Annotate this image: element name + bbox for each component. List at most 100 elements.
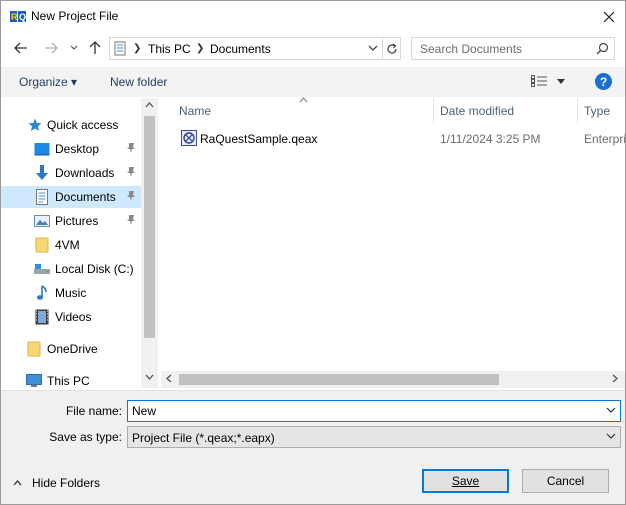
column-divider[interactable]: [433, 98, 434, 124]
chevron-up-icon: [13, 480, 22, 486]
document-icon: [34, 189, 50, 205]
file-name-label: File name:: [65, 404, 122, 418]
help-button[interactable]: ?: [595, 73, 612, 90]
up-button[interactable]: [86, 39, 104, 57]
nav-item-quick-access[interactable]: Quick access: [1, 114, 141, 136]
scrollbar-thumb[interactable]: [144, 116, 155, 338]
scroll-up-arrow-icon[interactable]: [145, 102, 154, 108]
location-icon: [114, 41, 126, 56]
nav-item-label: Desktop: [55, 142, 100, 156]
close-button[interactable]: [593, 1, 625, 32]
hide-folders-toggle[interactable]: Hide Folders: [13, 476, 100, 490]
new-folder-button[interactable]: New folder: [110, 75, 167, 89]
refresh-icon: [386, 43, 397, 54]
drive-icon: [34, 261, 50, 277]
file-list-pane: Name Date modified Type RaQuestSample.qe…: [161, 97, 626, 388]
nav-item-4vm[interactable]: 4VM: [1, 234, 141, 256]
breadcrumb-documents[interactable]: Documents: [210, 42, 271, 56]
folder-icon: [26, 341, 42, 357]
chevron-down-icon: [557, 79, 565, 84]
save-dialog-window: R Q New Project File ❯ This PC ❯ Documen…: [0, 0, 626, 505]
download-arrow-icon: [34, 165, 50, 181]
window-title: New Project File: [31, 9, 119, 23]
scroll-right-arrow-icon[interactable]: [612, 374, 618, 383]
refresh-button[interactable]: [383, 37, 401, 60]
save-button-label: Save: [451, 474, 480, 488]
address-bar[interactable]: ❯ This PC ❯ Documents: [109, 37, 383, 60]
nav-item-documents[interactable]: Documents: [1, 186, 141, 208]
nav-item-label: Documents: [55, 190, 116, 204]
navigation-pane: Quick access Desktop Downloads Documents: [1, 98, 159, 388]
file-type: Enterpris: [584, 132, 626, 146]
nav-item-music[interactable]: Music: [1, 282, 141, 304]
file-name-input[interactable]: [132, 403, 602, 419]
svg-text:R: R: [11, 12, 18, 22]
video-icon: [34, 309, 50, 325]
nav-item-desktop[interactable]: Desktop: [1, 138, 141, 160]
breadcrumb-this-pc[interactable]: This PC: [148, 42, 191, 56]
scrollbar-thumb[interactable]: [179, 374, 499, 385]
column-header-type[interactable]: Type: [584, 98, 624, 124]
file-list-horizontal-scrollbar[interactable]: [161, 371, 625, 388]
chevron-down-icon[interactable]: [606, 407, 616, 414]
chevron-down-icon: [70, 45, 78, 50]
pin-icon: [127, 167, 135, 177]
nav-item-label: Pictures: [55, 214, 99, 228]
back-arrow-icon: [14, 42, 27, 54]
nav-item-label: Local Disk (C:): [55, 262, 134, 276]
cancel-button-label: Cancel: [546, 474, 585, 488]
pin-icon: [127, 215, 135, 225]
nav-item-label: Videos: [55, 310, 92, 324]
scroll-left-arrow-icon[interactable]: [166, 374, 172, 383]
pin-icon: [127, 143, 135, 153]
search-icon: [596, 42, 609, 55]
file-row[interactable]: RaQuestSample.qeax 1/11/2024 3:25 PM Ent…: [161, 127, 626, 149]
scroll-down-arrow-icon[interactable]: [145, 374, 154, 380]
dialog-footer: File name: Save as type: Project File (*…: [1, 390, 625, 504]
nav-item-label: Music: [55, 286, 87, 300]
chevron-down-icon: [606, 433, 616, 439]
search-box[interactable]: [411, 37, 615, 60]
save-as-type-select[interactable]: Project File (*.qeax;*.eapx): [127, 426, 621, 448]
column-header-name[interactable]: Name: [179, 98, 429, 124]
nav-item-local-disk[interactable]: Local Disk (C:): [1, 258, 141, 280]
breadcrumb-separator: ❯: [133, 43, 142, 54]
cancel-button[interactable]: Cancel: [522, 469, 609, 493]
music-icon: [34, 285, 50, 301]
nav-item-this-pc[interactable]: This PC: [1, 370, 141, 388]
breadcrumb-separator: ❯: [196, 43, 205, 54]
forward-button[interactable]: [42, 39, 60, 57]
nav-item-pictures[interactable]: Pictures: [1, 210, 141, 232]
folder-icon: [34, 237, 50, 253]
pictures-icon: [34, 213, 50, 229]
save-as-type-label: Save as type:: [49, 430, 122, 444]
file-name-combobox[interactable]: [127, 400, 621, 422]
recent-locations-button[interactable]: [65, 39, 83, 57]
hide-folders-label: Hide Folders: [32, 476, 101, 490]
nav-item-label: This PC: [47, 374, 90, 388]
search-input[interactable]: [420, 41, 590, 56]
back-button[interactable]: [12, 39, 30, 57]
column-header-date-modified[interactable]: Date modified: [440, 98, 578, 124]
column-divider[interactable]: [577, 98, 578, 124]
navigation-row: ❯ This PC ❯ Documents: [1, 33, 625, 65]
star-icon: [27, 117, 43, 133]
forward-arrow-icon: [45, 42, 58, 54]
nav-item-downloads[interactable]: Downloads: [1, 162, 141, 184]
monitor-icon: [26, 373, 42, 388]
save-as-type-value: Project File (*.qeax;*.eapx): [132, 431, 275, 445]
pin-icon: [127, 191, 135, 201]
nav-item-videos[interactable]: Videos: [1, 306, 141, 328]
app-logo-icon: R Q: [10, 11, 26, 22]
nav-item-label: Quick access: [47, 118, 119, 132]
nav-item-onedrive[interactable]: OneDrive: [1, 338, 141, 360]
nav-pane-scrollbar[interactable]: [141, 98, 158, 388]
nav-item-label: 4VM: [55, 238, 80, 252]
file-date-modified: 1/11/2024 3:25 PM: [440, 132, 541, 146]
save-button[interactable]: Save: [422, 469, 509, 493]
chevron-down-icon[interactable]: [368, 44, 378, 52]
organize-button[interactable]: Organize ▾: [19, 75, 77, 89]
nav-item-label: OneDrive: [47, 342, 98, 356]
view-options-button[interactable]: [531, 75, 567, 89]
qeax-file-icon: [181, 130, 197, 146]
